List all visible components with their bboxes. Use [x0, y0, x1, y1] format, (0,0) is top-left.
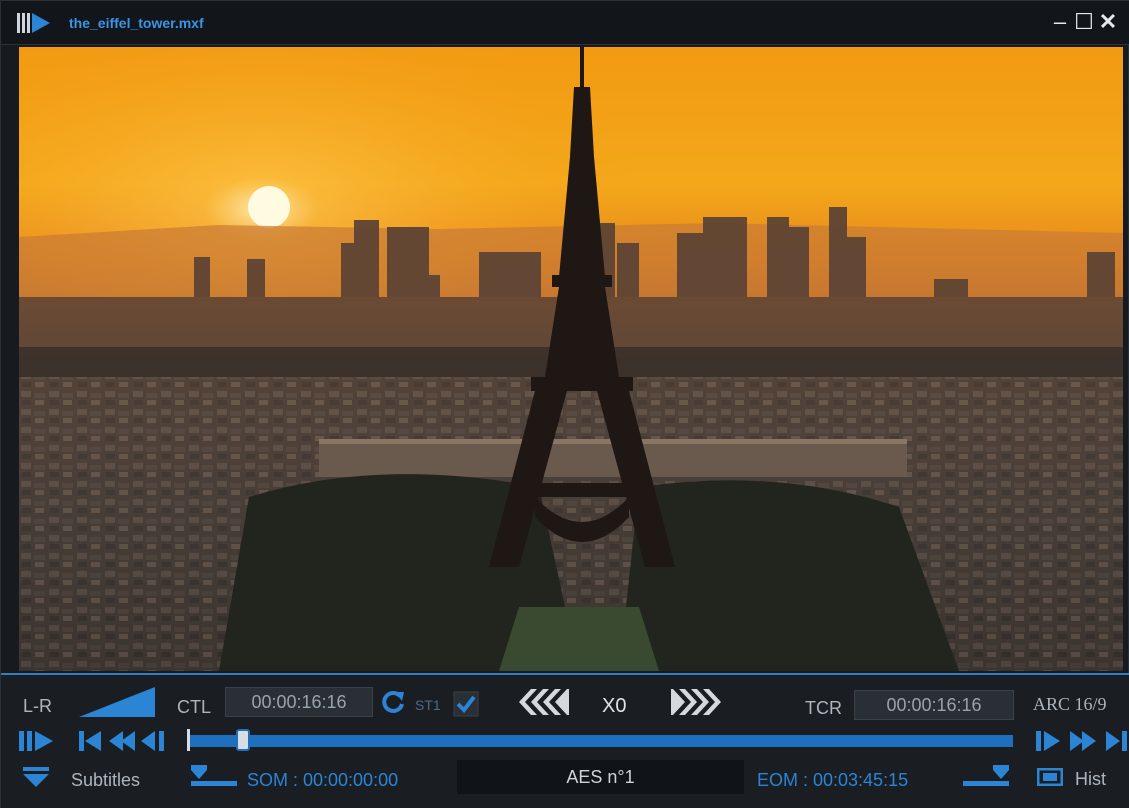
rewind-fast-icon[interactable]	[517, 687, 569, 717]
player-window: the_eiffel_tower.mxf – ☐ ✕ L-R CTL 00:00…	[0, 0, 1129, 808]
close-button[interactable]: ✕	[1096, 9, 1120, 35]
som-timecode[interactable]: SOM : 00:00:00:00	[247, 770, 398, 791]
timeline-track[interactable]	[187, 735, 1013, 747]
title-bar: the_eiffel_tower.mxf – ☐ ✕	[1, 1, 1129, 45]
set-som-icon[interactable]	[189, 765, 237, 789]
eom-timecode[interactable]: EOM : 00:03:45:15	[757, 770, 908, 791]
volume-ramp-icon[interactable]	[79, 687, 155, 717]
st1-label: ST1	[415, 697, 441, 713]
video-image	[19, 47, 1123, 671]
set-eom-icon[interactable]	[963, 765, 1011, 789]
window-title: the_eiffel_tower.mxf	[69, 15, 204, 31]
dropdown-arrow-icon[interactable]	[23, 767, 49, 787]
tcr-time-field[interactable]: 00:00:16:16	[854, 690, 1014, 720]
timeline-start-marker	[187, 729, 190, 751]
play-pause-icon[interactable]	[19, 729, 59, 753]
timeline-playhead[interactable]	[236, 729, 251, 751]
maximize-button[interactable]: ☐	[1072, 9, 1096, 35]
st1-checkbox[interactable]	[453, 691, 479, 717]
tcr-label: TCR	[805, 698, 842, 718]
audio-track-selector[interactable]: AES n°1	[457, 760, 744, 794]
histogram-icon[interactable]	[1037, 768, 1063, 786]
refresh-icon[interactable]	[381, 690, 405, 714]
video-frame[interactable]	[19, 47, 1123, 671]
ctl-time-field[interactable]: 00:00:16:16	[225, 687, 373, 717]
speed-indicator: X0	[602, 695, 627, 717]
ctl-label: CTL	[177, 697, 212, 717]
forward-controls-icon[interactable]	[1036, 729, 1129, 753]
minimize-button[interactable]: –	[1048, 9, 1072, 35]
forward-fast-icon[interactable]	[671, 687, 723, 717]
app-logo-icon	[17, 13, 50, 33]
rewind-controls-icon[interactable]	[79, 729, 169, 753]
subtitles-label[interactable]: Subtitles	[71, 770, 140, 791]
audio-channel-label: L-R	[23, 696, 53, 716]
hist-label[interactable]: Hist	[1075, 769, 1106, 790]
aspect-ratio-label[interactable]: ARC 16/9	[1033, 694, 1107, 715]
